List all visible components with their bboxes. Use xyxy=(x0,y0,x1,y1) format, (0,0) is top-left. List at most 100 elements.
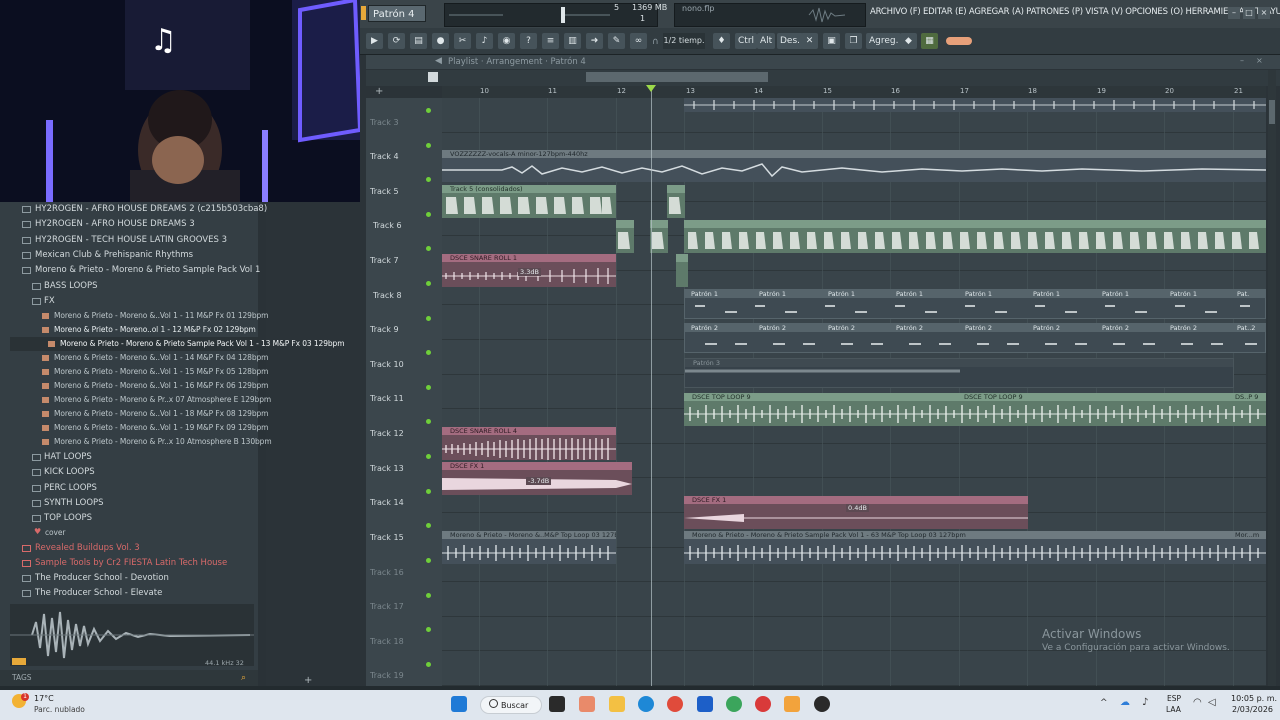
ctrl-button[interactable]: Ctrl xyxy=(735,33,758,49)
track-label[interactable]: Track 18 xyxy=(370,637,404,646)
track-label[interactable]: Track 11 xyxy=(370,394,404,403)
piano-icon[interactable]: ▥ xyxy=(564,33,581,49)
audio-clip-fx1b[interactable]: DSCE FX 1 0.4dB xyxy=(684,496,1028,529)
track-label[interactable]: Track 10 xyxy=(370,360,404,369)
track-mute-led[interactable] xyxy=(426,454,431,459)
clock-time[interactable]: 10:05 p. m. xyxy=(1231,694,1277,703)
track-label[interactable]: Track 16 xyxy=(370,568,404,577)
browser-file[interactable]: Moreno & Prieto - Moreno &..Vol 1 - 18 M… xyxy=(54,409,268,418)
track-mute-led[interactable] xyxy=(426,108,431,113)
track-label[interactable]: Track 4 xyxy=(370,152,399,161)
mic-tray-icon[interactable]: ♪ xyxy=(1142,697,1148,708)
tags-label[interactable]: TAGS xyxy=(12,673,32,682)
pattern-color-tab[interactable] xyxy=(361,6,366,20)
pattern-clip-patron1[interactable]: Patrón 1 Patrón 1 Patrón 1 Patrón 1 Patr… xyxy=(684,289,1266,319)
audio-clip-track5-short[interactable] xyxy=(667,185,685,218)
browser-folder-open[interactable]: Moreno & Prieto - Moreno & Prieto Sample… xyxy=(35,265,260,275)
audio-clip-kick[interactable] xyxy=(650,220,668,253)
add-track-icon[interactable]: + xyxy=(375,86,383,97)
add-icon[interactable]: + xyxy=(304,675,312,686)
browser-folder[interactable]: Sample Tools by Cr2 FIESTA Latin Tech Ho… xyxy=(35,558,227,568)
snap-selector[interactable]: 1/2 tiemp. xyxy=(663,33,705,49)
chat-icon[interactable]: ◉ xyxy=(498,33,515,49)
audio-clip-snare-roll-4[interactable]: DSCE SNARE ROLL 4 xyxy=(442,427,616,460)
windows-start-icon[interactable] xyxy=(451,696,467,712)
browser-file[interactable]: Moreno & Prieto - Moreno & Pr..x 07 Atmo… xyxy=(54,395,271,404)
magnet-icon[interactable]: ∩ xyxy=(652,37,659,47)
play-icon[interactable]: ▶ xyxy=(366,33,383,49)
track-label[interactable]: Track 6 xyxy=(373,221,402,230)
browser-subfolder-open[interactable]: FX xyxy=(44,296,55,306)
track-mute-led[interactable] xyxy=(426,523,431,528)
weather-description[interactable]: Parc. nublado xyxy=(34,705,85,714)
horizontal-scrollbar[interactable] xyxy=(586,72,768,82)
chevron-up-icon[interactable]: ^ xyxy=(1100,698,1108,708)
vertical-scrollbar[interactable] xyxy=(1268,70,1276,688)
audio-clip-fx1[interactable]: DSCE FX 1 -3.7dB xyxy=(442,462,632,495)
minimize-icon[interactable]: – xyxy=(1228,7,1240,19)
paint-app-icon[interactable] xyxy=(579,696,595,712)
browser-folder[interactable]: HY2ROGEN - AFRO HOUSE DREAMS 2 (c215b503… xyxy=(35,204,267,214)
track-mute-led[interactable] xyxy=(426,316,431,321)
task-view-icon[interactable] xyxy=(549,696,565,712)
browser-subfolder[interactable]: TOP LOOPS xyxy=(44,513,92,523)
browser-file[interactable]: Moreno & Prieto - Moreno & Pr..x 10 Atmo… xyxy=(54,437,272,446)
paste-icon[interactable]: ▣ xyxy=(823,33,840,49)
audio-clip[interactable] xyxy=(684,98,1266,112)
browser-subfolder[interactable]: BASS LOOPS xyxy=(44,281,97,291)
browser-folder[interactable]: The Producer School - Devotion xyxy=(35,573,169,583)
track-label[interactable]: Track 7 xyxy=(370,256,399,265)
sample-preview[interactable] xyxy=(10,604,254,666)
maximize-icon[interactable]: □ xyxy=(1243,7,1255,19)
track-mute-led[interactable] xyxy=(426,385,431,390)
track-mute-led[interactable] xyxy=(426,177,431,182)
close-icon[interactable]: × xyxy=(1258,7,1270,19)
audio-clip-snare-roll[interactable]: DSCE SNARE ROLL 1 3.3dB xyxy=(442,254,616,287)
pattern-clip-patron2[interactable]: Patrón 2 Patrón 2 Patrón 2 Patrón 2 Patr… xyxy=(684,323,1266,353)
playlist-minimize-icon[interactable]: – xyxy=(1240,56,1244,65)
browser-file[interactable]: Moreno & Prieto - Moreno &..Vol 1 - 16 M… xyxy=(54,381,268,390)
main-menu[interactable]: ARCHIVO (F) EDITAR (E) AGREGAR (A) PATRO… xyxy=(870,7,1280,17)
browser-file-dragging[interactable]: Moreno & Prieto - Moreno & Prieto Sample… xyxy=(60,339,345,348)
browser-folder[interactable]: Revealed Buildups Vol. 3 xyxy=(35,543,140,553)
mic-icon[interactable]: ♪ xyxy=(476,33,493,49)
track-mute-led[interactable] xyxy=(426,627,431,632)
browser-file[interactable]: cover xyxy=(45,528,65,537)
track-label[interactable]: Track 19 xyxy=(370,671,404,680)
help-icon[interactable]: ? xyxy=(520,33,537,49)
audio-clip-mp-loop-long[interactable]: Moreno & Prieto - Moreno & Prieto Sample… xyxy=(684,531,1266,564)
plugin-icon[interactable]: ✎ xyxy=(608,33,625,49)
fl-studio-icon[interactable] xyxy=(784,696,800,712)
track-mute-led[interactable] xyxy=(426,662,431,667)
track-label[interactable]: Track 12 xyxy=(370,429,404,438)
app-icon[interactable] xyxy=(755,696,771,712)
file-explorer-icon[interactable] xyxy=(609,696,625,712)
playhead-marker[interactable] xyxy=(646,85,656,92)
track-mute-led[interactable] xyxy=(426,419,431,424)
weather-temp[interactable]: 17°C xyxy=(34,694,54,703)
track-label[interactable]: Track 9 xyxy=(370,325,399,334)
track-mute-led[interactable] xyxy=(426,143,431,148)
keyboard-indicator[interactable]: LAA xyxy=(1166,705,1181,714)
cloud-icon[interactable]: ☁ xyxy=(1120,697,1130,708)
vertical-scroll-thumb[interactable] xyxy=(1269,100,1275,124)
audio-clip-vocals[interactable]: VOZZZZZZ-vocals-A minor-127bpm-440hz xyxy=(442,150,1266,182)
app-icon[interactable] xyxy=(726,696,742,712)
deselect-button[interactable]: Des. xyxy=(777,33,804,49)
edge-icon[interactable] xyxy=(638,696,654,712)
track-mute-led[interactable] xyxy=(426,489,431,494)
audio-clip-kick-loop[interactable] xyxy=(684,220,1266,253)
link-icon[interactable]: ∞ xyxy=(630,33,647,49)
track-label[interactable]: Track 3 xyxy=(370,118,399,127)
audio-clip-kick[interactable] xyxy=(616,220,634,253)
browser-file[interactable]: Moreno & Prieto - Moreno &..Vol 1 - 11 M… xyxy=(54,311,268,320)
loop-icon[interactable]: ⟳ xyxy=(388,33,405,49)
browser-subfolder[interactable]: HAT LOOPS xyxy=(44,452,92,462)
track-label[interactable]: Track 8 xyxy=(373,291,402,300)
arrow-icon[interactable]: ➜ xyxy=(586,33,603,49)
track-mute-led[interactable] xyxy=(426,212,431,217)
save-icon[interactable]: ▤ xyxy=(410,33,427,49)
browser-file[interactable]: Moreno & Prieto - Moreno &..Vol 1 - 15 M… xyxy=(54,367,268,376)
play-preview-icon[interactable] xyxy=(12,658,26,665)
browser-folder[interactable]: The Producer School - Elevate xyxy=(35,588,162,598)
